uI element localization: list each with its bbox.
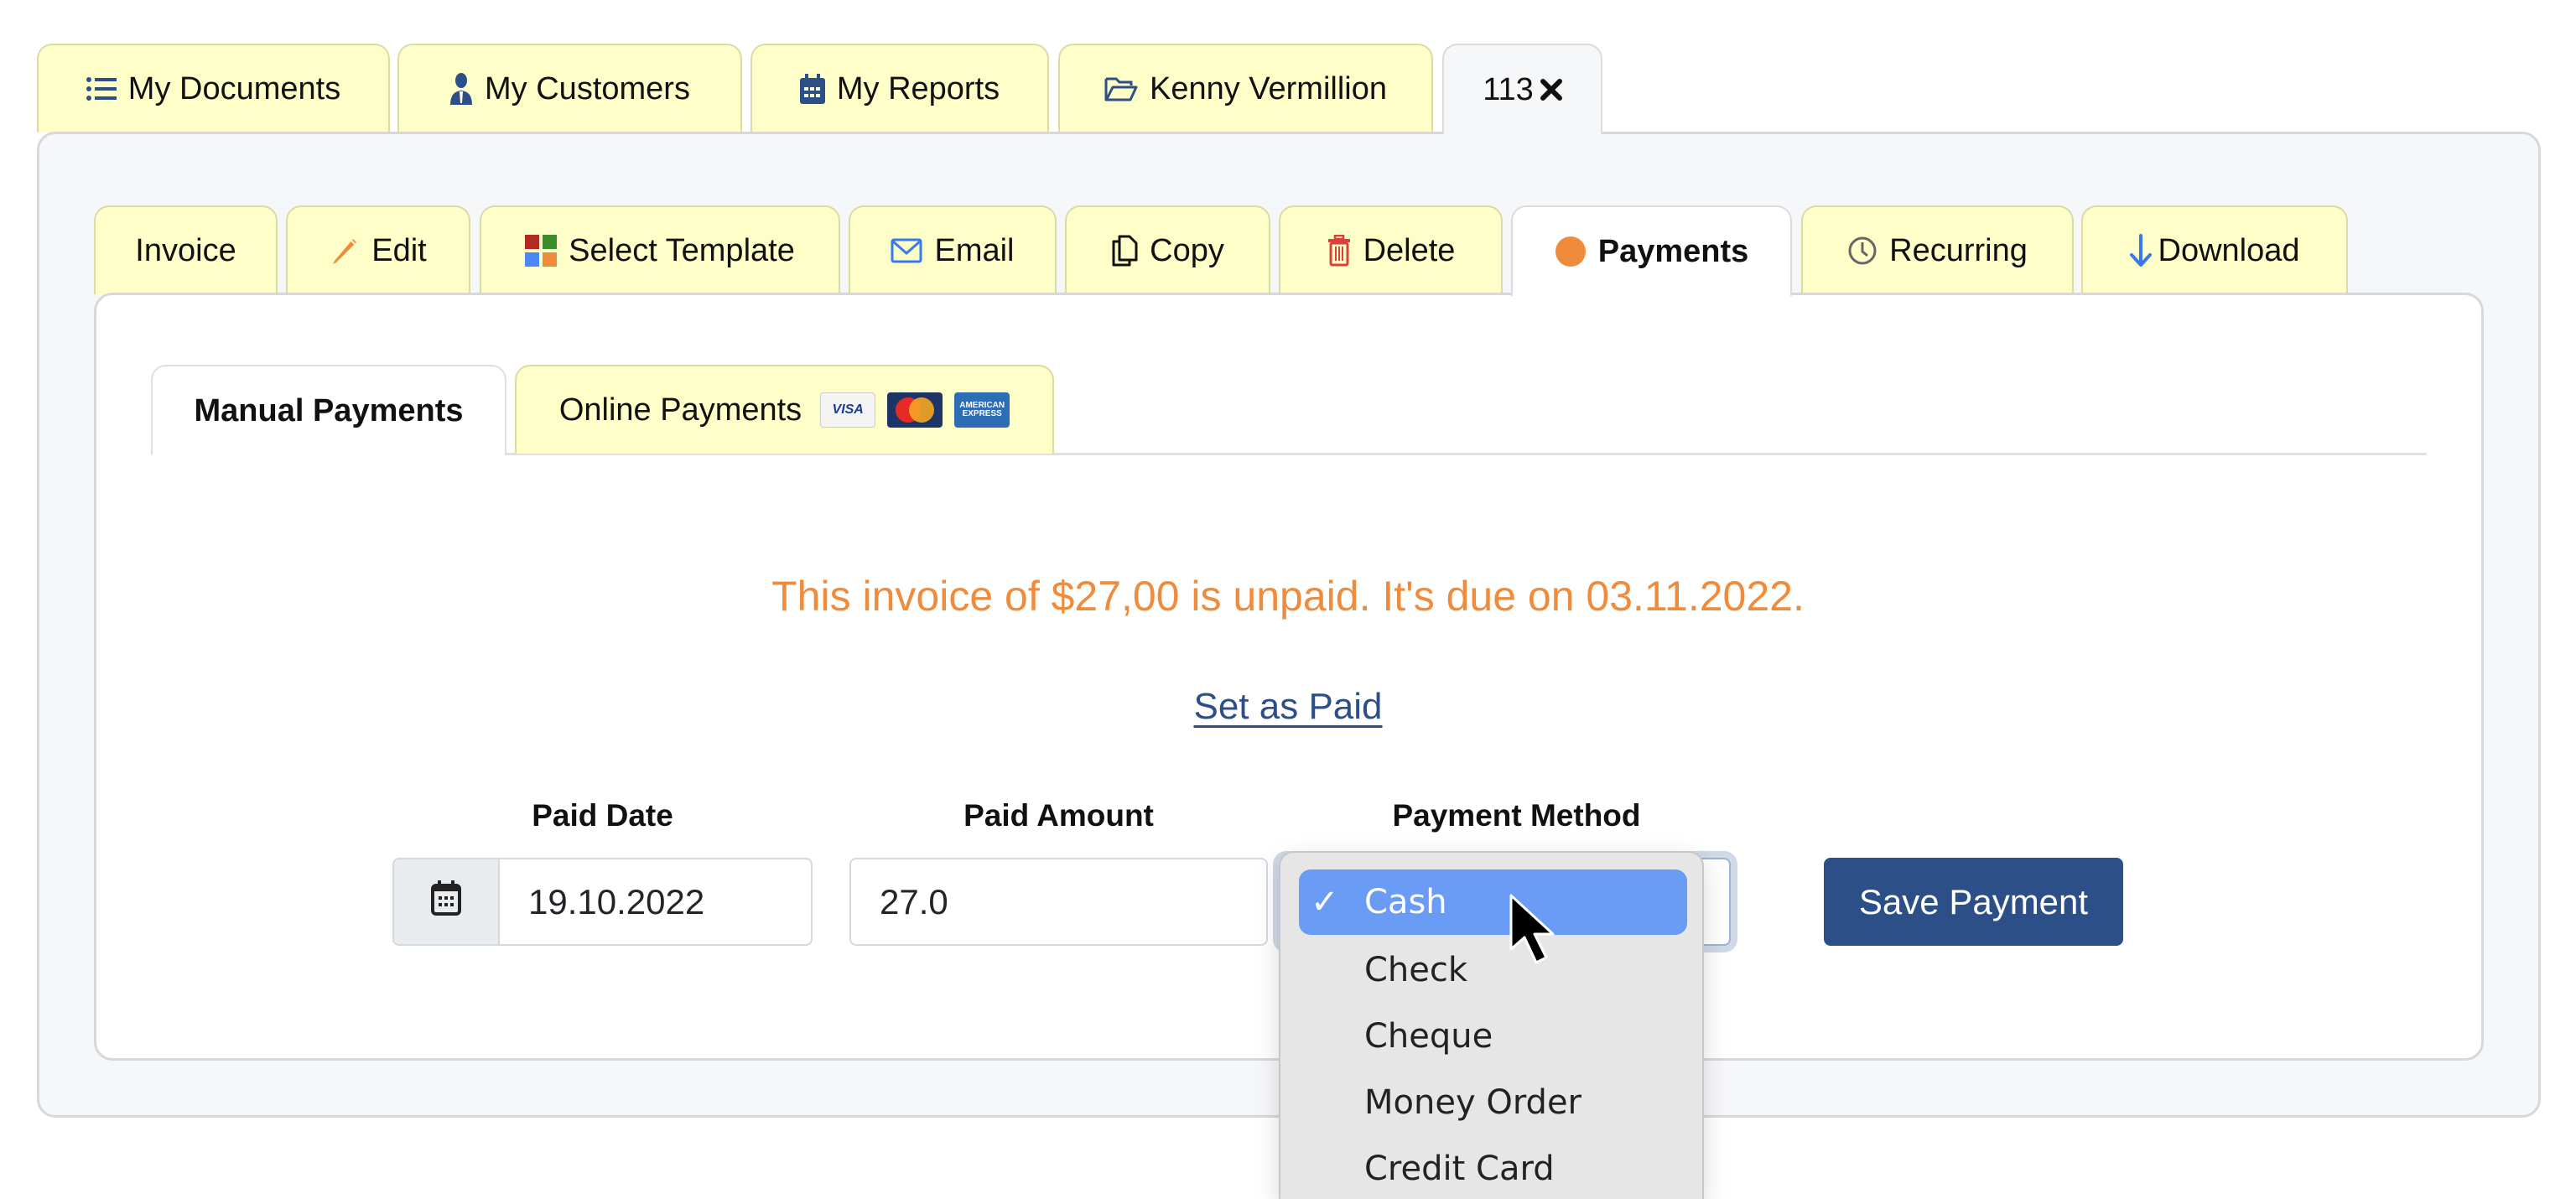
payment-status-message: This invoice of $27,00 is unpaid. It's d… <box>771 573 1805 620</box>
pencil-icon <box>330 236 360 266</box>
payment-method-label: Payment Method <box>1392 798 1641 833</box>
calendar-icon <box>799 74 825 104</box>
tab-label: My Customers <box>485 70 690 106</box>
paid-date-label: Paid Date <box>532 798 673 833</box>
tab-label: My Documents <box>127 70 341 106</box>
status-dot-icon <box>1555 236 1587 267</box>
tab-label: My Reports <box>836 70 1000 106</box>
mastercard-logo-icon <box>887 392 943 428</box>
tab-label: Online Payments <box>558 392 802 428</box>
paid-amount-label: Paid Amount <box>963 798 1154 833</box>
mouse-cursor-icon <box>1509 894 1555 964</box>
tab-label: Download <box>2158 232 2300 268</box>
tab-edit[interactable]: Edit <box>286 205 470 294</box>
paid-amount-value: 27.0 <box>880 881 948 921</box>
tab-download[interactable]: Download <box>2081 205 2348 294</box>
option-money-order[interactable]: Money Order <box>1280 1070 1702 1135</box>
payment-method-dropdown: ✓ Cash Check Cheque Money Order Credit C… <box>1279 851 1704 1199</box>
option-check[interactable]: Check <box>1280 937 1702 1003</box>
tab-delete[interactable]: Delete <box>1279 205 1503 294</box>
set-as-paid-link[interactable]: Set as Paid <box>1193 686 1382 727</box>
visa-logo-icon: VISA <box>820 392 876 428</box>
close-icon[interactable] <box>1540 79 1562 101</box>
clock-icon <box>1847 236 1877 266</box>
tab-select-template[interactable]: Select Template <box>480 205 840 294</box>
tab-my-documents[interactable]: My Documents <box>37 44 390 132</box>
tab-invoice-113[interactable]: 113 <box>1442 44 1602 134</box>
tab-label: Manual Payments <box>194 392 464 428</box>
folder-open-icon <box>1104 75 1138 102</box>
tab-label: Edit <box>371 232 427 268</box>
tab-copy[interactable]: Copy <box>1065 205 1270 294</box>
trash-icon <box>1327 235 1352 267</box>
template-grid-icon <box>525 235 558 267</box>
tab-label: Payments <box>1597 233 1749 269</box>
tab-my-customers[interactable]: My Customers <box>397 44 742 132</box>
tab-invoice[interactable]: Invoice <box>94 205 278 294</box>
tab-manual-payments[interactable]: Manual Payments <box>151 365 506 455</box>
envelope-icon <box>891 238 922 263</box>
tab-recurring[interactable]: Recurring <box>1801 205 2074 294</box>
paid-date-value: 19.10.2022 <box>528 881 705 921</box>
amex-logo-icon: AMERICAN EXPRESS <box>954 392 1010 428</box>
paid-amount-input[interactable]: 27.0 <box>849 858 1268 946</box>
tab-my-reports[interactable]: My Reports <box>750 44 1049 132</box>
tab-label: Email <box>934 232 1015 268</box>
tab-label: Kenny Vermillion <box>1149 70 1388 106</box>
option-credit-card[interactable]: Credit Card <box>1280 1136 1702 1199</box>
user-tie-icon <box>449 73 473 105</box>
tab-label: Invoice <box>135 232 236 268</box>
tab-label: Delete <box>1363 232 1456 268</box>
tab-label: Recurring <box>1889 232 2028 268</box>
checkmark-icon: ✓ <box>1311 883 1339 921</box>
tab-label: Copy <box>1150 232 1224 268</box>
calendar-icon <box>430 880 462 924</box>
tab-label: 113 <box>1483 71 1534 107</box>
tab-online-payments[interactable]: Online Payments VISA AMERICAN EXPRESS <box>515 365 1054 454</box>
list-icon <box>86 76 117 101</box>
arrow-down-icon <box>2129 234 2152 267</box>
copy-icon <box>1111 235 1138 267</box>
tab-kenny-vermillion[interactable]: Kenny Vermillion <box>1058 44 1433 132</box>
option-cash[interactable]: ✓ Cash <box>1299 869 1687 935</box>
tab-payments[interactable]: Payments <box>1511 205 1792 296</box>
paid-date-field[interactable]: 19.10.2022 <box>392 858 813 946</box>
date-picker-button[interactable] <box>394 859 500 944</box>
tab-label: Select Template <box>569 232 795 268</box>
tab-email[interactable]: Email <box>849 205 1057 294</box>
option-cheque[interactable]: Cheque <box>1280 1004 1702 1069</box>
save-payment-button[interactable]: Save Payment <box>1824 858 2123 946</box>
